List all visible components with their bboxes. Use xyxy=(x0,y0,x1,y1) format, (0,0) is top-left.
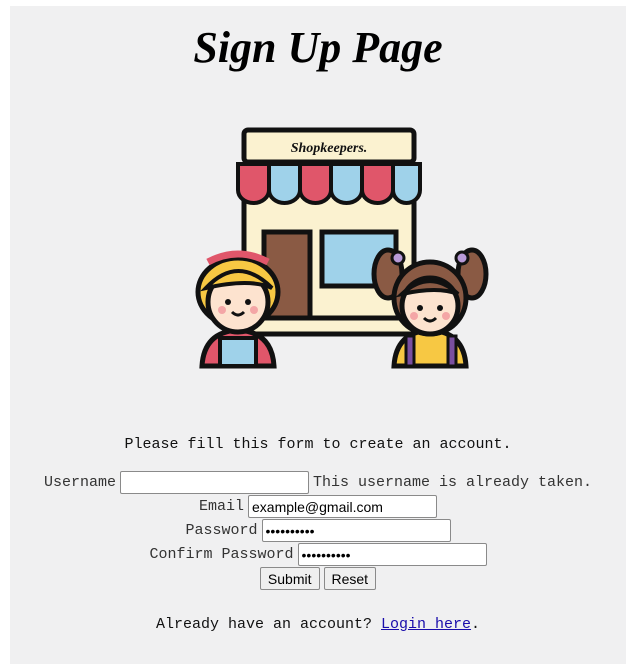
confirm-password-label: Confirm Password xyxy=(149,546,294,563)
login-prompt-text: Already have an account? xyxy=(155,616,372,633)
form-instruction: Please fill this form to create an accou… xyxy=(124,436,512,453)
login-period: . xyxy=(471,616,481,633)
shop-sign-text: Shopkeepers. xyxy=(291,141,368,156)
left-girl-figure xyxy=(195,250,281,369)
login-link[interactable]: Login here xyxy=(381,616,471,633)
username-row: Username This username is already taken. xyxy=(10,471,626,494)
password-row: Password xyxy=(10,519,626,542)
email-row: Email xyxy=(10,495,626,518)
password-input[interactable] xyxy=(261,519,451,542)
email-label: Email xyxy=(198,498,244,515)
page-title: Sign Up Page xyxy=(193,23,443,72)
reset-button[interactable]: Reset xyxy=(323,567,377,590)
page-panel: Sign Up Page Shopkeepers. Please fill th… xyxy=(10,6,626,664)
confirm-password-input[interactable] xyxy=(297,543,487,566)
username-label: Username xyxy=(43,474,116,491)
form-buttons: Submit Reset xyxy=(10,567,626,590)
password-label: Password xyxy=(185,522,258,539)
shopkeepers-illustration-icon: Shopkeepers. xyxy=(195,127,489,369)
submit-button[interactable]: Submit xyxy=(259,567,320,590)
email-input[interactable] xyxy=(248,495,437,518)
username-error-text: This username is already taken. xyxy=(312,474,593,491)
login-prompt: Already have an account? Login here. xyxy=(10,616,626,633)
username-input[interactable] xyxy=(119,471,309,494)
confirm-password-row: Confirm Password xyxy=(10,543,626,566)
